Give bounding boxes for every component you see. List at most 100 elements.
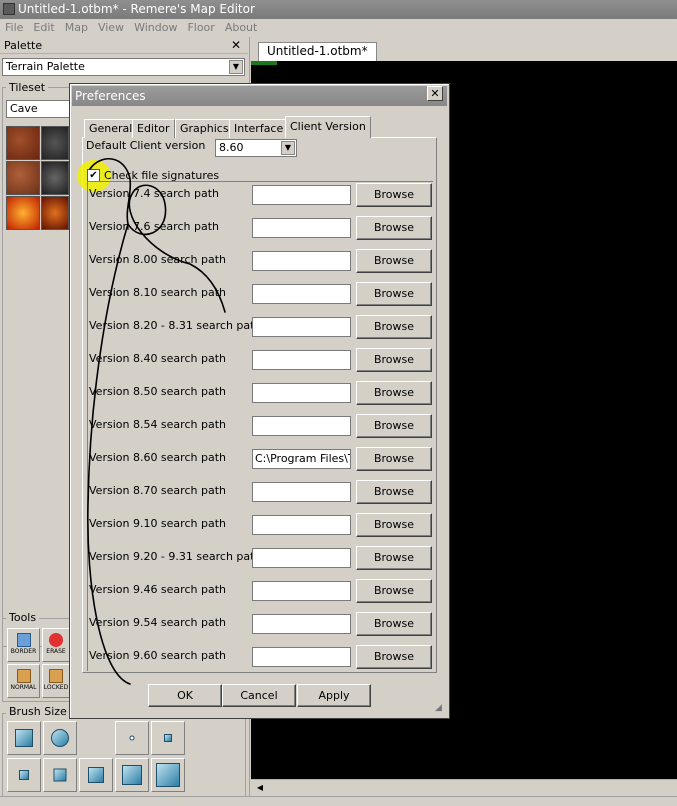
window-title-bar: Untitled-1.otbm* - Remere's Map Editor <box>0 0 677 19</box>
browse-button[interactable]: Browse <box>356 579 432 603</box>
browse-button[interactable]: Browse <box>356 480 432 504</box>
search-path-input[interactable] <box>252 416 351 436</box>
browse-button[interactable]: Browse <box>356 381 432 405</box>
dialog-title-bar: Preferences <box>72 86 447 106</box>
brush-circle-large-button[interactable] <box>43 721 77 755</box>
browse-button[interactable]: Browse <box>356 183 432 207</box>
eraser-icon <box>49 633 63 647</box>
map-tab-label: Untitled-1.otbm* <box>267 44 368 58</box>
search-path-input[interactable] <box>252 515 351 535</box>
scroll-left-icon[interactable]: ◀ <box>253 781 267 795</box>
default-client-select[interactable]: 8.60 ▼ <box>215 139 297 157</box>
search-path-input[interactable] <box>252 647 351 667</box>
menu-bar: File Edit Map View Window Floor About <box>0 19 677 37</box>
browse-button[interactable]: Browse <box>356 249 432 273</box>
search-path-input[interactable] <box>252 284 351 304</box>
search-path-label: Version 7.6 search path <box>89 220 219 233</box>
brush-size-3-button[interactable] <box>7 758 41 792</box>
search-path-label: Version 8.20 - 8.31 search path <box>89 319 262 332</box>
palette-title: Palette <box>4 39 43 52</box>
tile-cave-floor[interactable] <box>6 161 40 195</box>
tileset-select[interactable]: Cave <box>6 100 76 118</box>
map-tile-indicator <box>251 61 277 65</box>
search-path-label: Version 8.50 search path <box>89 385 226 398</box>
map-tab[interactable]: Untitled-1.otbm* <box>258 42 377 61</box>
search-path-label: Version 8.00 search path <box>89 253 226 266</box>
brush-size-5-button[interactable] <box>79 758 113 792</box>
brush-size-2-button[interactable] <box>151 721 185 755</box>
dot-brush-icon <box>129 735 135 741</box>
tool-border-label: BORDER <box>10 648 37 655</box>
circle-brush-icon <box>51 729 69 747</box>
search-path-input[interactable] <box>252 383 351 403</box>
tool-normal-button[interactable]: NORMAL <box>7 664 40 698</box>
cancel-button[interactable]: Cancel <box>222 684 296 707</box>
square-brush-icon <box>19 770 29 780</box>
browse-button[interactable]: Browse <box>356 348 432 372</box>
search-path-input[interactable] <box>252 614 351 634</box>
search-path-label: Version 9.20 - 9.31 search path <box>89 550 262 563</box>
search-path-input[interactable] <box>252 251 351 271</box>
dialog-close-button[interactable]: ✕ <box>427 86 443 101</box>
brush-size-4-button[interactable] <box>43 758 77 792</box>
browse-button[interactable]: Browse <box>356 282 432 306</box>
browse-button[interactable]: Browse <box>356 414 432 438</box>
brush-size-1-button[interactable] <box>115 721 149 755</box>
ok-button[interactable]: OK <box>148 684 222 707</box>
browse-button[interactable]: Browse <box>356 612 432 636</box>
browse-button[interactable]: Browse <box>356 216 432 240</box>
browse-button[interactable]: Browse <box>356 513 432 537</box>
tool-erase-button[interactable]: ERASE <box>42 628 70 662</box>
menu-file[interactable]: File <box>0 19 28 37</box>
tab-interface[interactable]: Interface <box>229 119 289 138</box>
menu-view[interactable]: View <box>93 19 129 37</box>
menu-window[interactable]: Window <box>129 19 182 37</box>
chevron-down-icon[interactable]: ▼ <box>281 141 295 155</box>
tile-cave-stone[interactable] <box>41 161 69 195</box>
palette-type-select[interactable]: Terrain Palette ▼ <box>2 58 245 76</box>
brush-size-7-button[interactable] <box>151 758 185 792</box>
tab-general[interactable]: General <box>84 119 138 138</box>
browse-button[interactable]: Browse <box>356 447 432 471</box>
tool-locked-button[interactable]: LOCKED <box>42 664 70 698</box>
browse-button[interactable]: Browse <box>356 315 432 339</box>
search-path-label: Version 9.54 search path <box>89 616 226 629</box>
brush-size-6-button[interactable] <box>115 758 149 792</box>
browse-button[interactable]: Browse <box>356 546 432 570</box>
search-path-input[interactable] <box>252 548 351 568</box>
search-path-input[interactable] <box>252 482 351 502</box>
tileset-label: Tileset <box>6 81 49 94</box>
tile-lava[interactable] <box>6 196 40 230</box>
tile-cave-rock[interactable] <box>41 126 69 160</box>
menu-about[interactable]: About <box>220 19 263 37</box>
tab-editor[interactable]: Editor <box>132 119 175 138</box>
menu-floor[interactable]: Floor <box>182 19 219 37</box>
resize-grip-icon[interactable]: ◢ <box>435 703 447 715</box>
search-path-label: Version 8.54 search path <box>89 418 226 431</box>
tab-graphics[interactable]: Graphics <box>175 119 234 138</box>
square-brush-icon <box>53 768 67 782</box>
search-path-input[interactable] <box>252 581 351 601</box>
brush-square-large-button[interactable] <box>7 721 41 755</box>
tool-erase-label: ERASE <box>46 648 66 655</box>
map-tab-strip: Untitled-1.otbm* <box>251 37 677 61</box>
search-path-label: Version 8.40 search path <box>89 352 226 365</box>
search-path-input[interactable] <box>252 317 351 337</box>
tile-cave-dirt[interactable] <box>6 126 40 160</box>
search-path-input[interactable] <box>252 350 351 370</box>
tile-lava-edge[interactable] <box>41 196 69 230</box>
chevron-down-icon[interactable]: ▼ <box>229 60 243 74</box>
tool-border-button[interactable]: BORDER <box>7 628 40 662</box>
browse-button[interactable]: Browse <box>356 645 432 669</box>
search-path-input[interactable]: C:\Program Files\Tib <box>252 449 351 469</box>
preferences-dialog: Preferences ✕ General Editor Graphics In… <box>69 83 450 719</box>
menu-map[interactable]: Map <box>60 19 93 37</box>
tab-client-version[interactable]: Client Version <box>285 116 371 138</box>
search-path-input[interactable] <box>252 218 351 238</box>
search-path-input[interactable] <box>252 185 351 205</box>
horizontal-scrollbar[interactable]: ◀ <box>251 779 677 796</box>
menu-edit[interactable]: Edit <box>28 19 59 37</box>
dialog-title: Preferences <box>75 89 146 103</box>
palette-close-icon[interactable]: ✕ <box>231 38 241 52</box>
apply-button[interactable]: Apply <box>297 684 371 707</box>
